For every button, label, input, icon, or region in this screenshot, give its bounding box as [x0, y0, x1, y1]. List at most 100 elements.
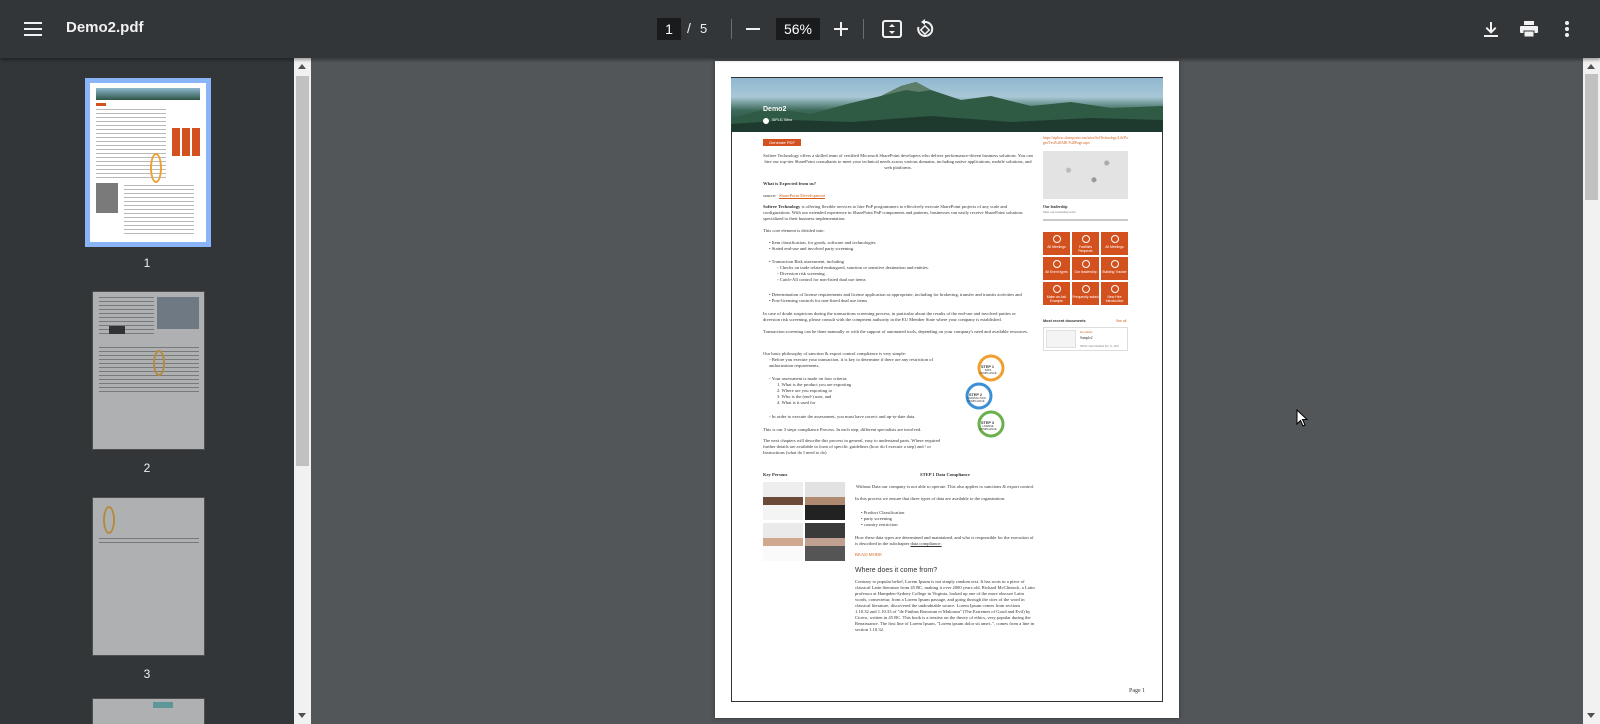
link-icon	[1052, 235, 1061, 243]
key-persons-heading: Key Persons	[763, 472, 788, 477]
philosophy-item: ◦ In order to execute the assessment, yo…	[769, 414, 916, 419]
toolbar-divider	[863, 19, 864, 39]
thumb-steps	[103, 506, 115, 534]
zoom-level-input[interactable]: 56%	[776, 18, 820, 40]
print-button[interactable]	[1513, 13, 1545, 45]
zoom-in-button[interactable]	[825, 13, 857, 45]
doc-meta: SIPLIC Sitea Modified Nov 11, 2023	[1080, 345, 1119, 348]
viewer-scrollbar[interactable]	[1583, 58, 1600, 724]
menu-button[interactable]	[17, 13, 49, 45]
doc-name: Sample2	[1080, 336, 1093, 340]
page-thumbnail-1[interactable]	[85, 78, 211, 247]
person-photo	[805, 523, 845, 561]
thumb-image	[157, 297, 199, 329]
data-compliance-link[interactable]: data compliance.	[911, 541, 942, 546]
transaction-paragraph: Transaction screening can be done manual…	[763, 329, 1029, 334]
see-all-link[interactable]: See all	[1116, 318, 1126, 324]
pdf-page: Demo2 SIPLIC Sitea Generate PDF Softree …	[715, 61, 1179, 718]
quick-link-tile[interactable]: Our leadership	[1072, 257, 1099, 280]
person-photo	[805, 482, 845, 520]
quick-link-tile[interactable]: New Hire Introduction	[1101, 282, 1128, 305]
softree-text: is offering flexible services to hire Pn…	[763, 204, 1023, 221]
quick-link-tile[interactable]: Frequently asked	[1072, 282, 1099, 305]
link-icon	[1052, 285, 1061, 293]
step1-sublabel: DATA COMPLIANCE	[979, 369, 997, 375]
rotate-button[interactable]	[909, 13, 941, 45]
page-separator: /	[687, 20, 691, 36]
link-icon	[1110, 260, 1119, 268]
mouse-cursor-icon	[1296, 409, 1308, 427]
page-thumbnail-2[interactable]	[92, 291, 205, 450]
sidebar-scrollbar[interactable]	[294, 58, 311, 724]
mountain-image	[731, 82, 1163, 132]
thumbnail-label-2: 2	[143, 461, 151, 475]
intro-paragraph: Softree Technology offers a skilled team…	[763, 153, 1033, 170]
link-icon	[1110, 235, 1119, 243]
printer-icon	[1520, 21, 1538, 37]
fit-page-icon	[882, 20, 902, 38]
quick-link-tile[interactable]: All Meetings	[1043, 232, 1070, 255]
bullet-item: • Post-licensing controls for non-listed…	[769, 298, 868, 303]
side-caption-sub: Meet our leadership team	[1043, 210, 1076, 214]
sidebar-scroll-thumb[interactable]	[296, 76, 309, 466]
page-thumbnail-3[interactable]	[92, 497, 205, 656]
toolbar-divider	[731, 19, 732, 39]
quick-link-tile[interactable]: Facilities Requests	[1072, 232, 1099, 255]
recent-docs-heading: Most recent documents	[1043, 319, 1086, 323]
step1-how-text: How these data types are determined and …	[855, 535, 1034, 546]
scroll-up-arrow-icon[interactable]	[1587, 64, 1595, 69]
more-vert-icon	[1565, 21, 1569, 37]
side-link[interactable]: https://siplicsc.sharepoint.com/sites/So…	[1043, 136, 1129, 145]
thumb-text	[99, 347, 199, 392]
side-image	[1043, 151, 1128, 199]
download-button[interactable]	[1475, 13, 1507, 45]
viewer-scroll-thumb[interactable]	[1585, 74, 1598, 200]
more-options-button[interactable]	[1551, 13, 1583, 45]
page-footer: Page 1	[1129, 688, 1146, 694]
page-thumbnail-4[interactable]	[92, 698, 205, 724]
quick-link-tile[interactable]: All Meetings	[1101, 232, 1128, 255]
fit-to-page-button[interactable]	[876, 13, 908, 45]
source-link[interactable]: SharePoint Development	[779, 193, 825, 199]
quick-link-tile[interactable]: Make an Ask Example	[1043, 282, 1070, 305]
scroll-down-arrow-icon[interactable]	[298, 713, 306, 718]
recent-doc-card[interactable]: Document Sample2 SIPLIC Sitea Modified N…	[1043, 327, 1128, 351]
zoom-out-button[interactable]	[737, 13, 769, 45]
banner-title: Demo2	[763, 106, 787, 113]
scroll-up-arrow-icon[interactable]	[298, 64, 306, 69]
scroll-down-arrow-icon[interactable]	[1587, 713, 1595, 718]
quick-link-tile[interactable]: Building Tracker	[1101, 257, 1128, 280]
step2-sublabel: TRANSACTION COMPLIANCE	[967, 397, 986, 403]
thumb-button	[96, 103, 106, 106]
source-label: source:	[763, 193, 777, 198]
read-more-link[interactable]: READ MORE	[855, 552, 882, 558]
quick-link-tile[interactable]: All Event types	[1043, 257, 1070, 280]
step3-sublabel: LICENSE COMPLIANCE	[979, 425, 997, 431]
step1-heading: STEP 1 Data Compliance	[920, 472, 970, 477]
generate-pdf-button[interactable]: Generate PDF	[763, 139, 801, 146]
softree-bold: Softree Technology	[763, 204, 801, 209]
link-icon	[1081, 285, 1090, 293]
link-icon	[1081, 235, 1090, 243]
banner-user: SIPLIC Sitea	[772, 118, 793, 122]
page-number-input[interactable]: 1	[657, 18, 681, 40]
doubt-paragraph: In case of doubt suspicious during the t…	[763, 311, 1016, 322]
thumbnail-label-1: 1	[143, 256, 151, 270]
pdf-toolbar: Demo2.pdf 1 / 5 56%	[0, 0, 1600, 58]
thumb-image	[153, 702, 173, 708]
person-photo	[763, 523, 803, 561]
thumb-banner	[96, 88, 200, 100]
softree-paragraph: Softree Technology is offering flexible …	[763, 204, 1033, 222]
step1-list-item: • country restriction	[861, 522, 898, 527]
hamburger-menu-icon	[24, 22, 42, 36]
doc-preview	[1046, 330, 1076, 348]
philosophy-item: authorization requirements.	[769, 363, 820, 368]
link-icon	[1081, 260, 1090, 268]
bullet-item: ◦ Catch-All control for non-listed dual …	[777, 277, 866, 282]
plus-icon	[834, 22, 848, 36]
thumb-text	[99, 297, 154, 337]
minus-icon	[746, 28, 760, 30]
thumb-steps	[153, 350, 165, 376]
download-icon	[1484, 22, 1498, 37]
expected-heading: What is Expected from us?	[763, 181, 816, 186]
